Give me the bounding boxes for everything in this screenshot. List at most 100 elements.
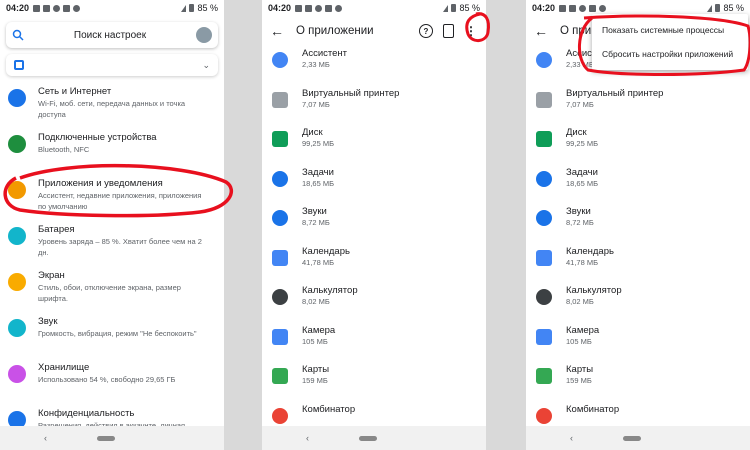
vibration-icon (14, 60, 24, 70)
signal-icon (443, 4, 449, 12)
app-list-item[interactable]: Карты 159 МБ (262, 364, 486, 404)
app-list-item[interactable]: Календарь 41,78 МБ (262, 246, 486, 286)
menu-item-show-system[interactable]: Показать системные процессы (592, 18, 748, 42)
app-info: Калькулятор 8,02 МБ (566, 285, 622, 307)
app-size: 99,25 МБ (302, 139, 335, 148)
settings-item-text: Экран Стиль, обои, отключение экрана, раз… (38, 270, 181, 303)
home-pill[interactable] (359, 435, 377, 441)
app-list-item[interactable]: Ассистент 2,33 МБ (262, 48, 486, 88)
app-list-item[interactable]: Камера 105 МБ (526, 325, 750, 365)
app-name: Камера (566, 324, 600, 336)
app-name: Задачи (302, 166, 334, 178)
app-list-item[interactable]: Калькулятор 8,02 МБ (526, 285, 750, 325)
app-list-item[interactable]: Виртуальный принтер 7,07 МБ (262, 88, 486, 128)
calculator-icon (272, 289, 288, 305)
back-nav-icon[interactable]: ‹ (44, 433, 47, 443)
settings-screen: 04:20 85 % Поиск настроек ⌄ Сеть и Интер… (0, 0, 224, 450)
app-list-item[interactable]: Диск 99,25 МБ (526, 127, 750, 167)
settings-item[interactable]: Сеть и Интернет Wi-Fi, моб. сети, передач… (0, 86, 224, 132)
settings-item[interactable]: Подключенные устройства Bluetooth, NFC (0, 132, 224, 178)
overflow-menu: Показать системные процессы Сбросить нас… (592, 14, 748, 70)
app-list-item[interactable]: Калькулятор 8,02 МБ (262, 285, 486, 325)
suggestion-card[interactable]: ⌄ (6, 54, 218, 76)
app-info: Задачи 18,65 МБ (566, 167, 598, 189)
app-name: Календарь (302, 245, 350, 257)
app-name: Калькулятор (566, 285, 622, 296)
app-list-item[interactable]: Карты 159 МБ (526, 364, 750, 404)
settings-item-desc: Bluetooth, NFC (38, 145, 90, 154)
navigation-bar: ‹ (0, 426, 224, 450)
app-list-item[interactable]: Камера 105 МБ (262, 325, 486, 365)
status-bar: 04:20 85 % (0, 0, 224, 16)
home-pill[interactable] (97, 435, 115, 441)
home-pill[interactable] (623, 435, 641, 441)
app-name: Диск (566, 127, 587, 138)
settings-item-desc-cont: по умолчанию (38, 201, 88, 211)
app-info: Камера 105 МБ (566, 325, 599, 347)
settings-item[interactable]: Приложения и уведомления Ассистент, недав… (0, 178, 224, 224)
app-info: Камера 105 МБ (302, 325, 335, 347)
settings-item[interactable]: Экран Стиль, обои, отключение экрана, раз… (0, 270, 224, 316)
settings-item[interactable]: Батарея Уровень заряда – 85 %. Хватит бол… (0, 224, 224, 270)
settings-item[interactable]: Звук Громкость, вибрация, режим "Не беспо… (0, 316, 224, 362)
signal-icon (181, 4, 187, 12)
settings-item-desc: Громкость, вибрация, режим "Не беспокоит… (38, 329, 197, 338)
app-size: 18,65 МБ (302, 178, 335, 188)
app-list-item[interactable]: Диск 99,25 МБ (262, 127, 486, 167)
battery-percent: 85 % (459, 3, 480, 13)
back-arrow-icon[interactable]: ← (270, 23, 290, 39)
settings-item[interactable]: Хранилище Использовано 54 %, свободно 29,… (0, 362, 224, 408)
app-size: 41,78 МБ (302, 257, 335, 267)
chevron-down-icon[interactable]: ⌄ (202, 60, 210, 71)
app-size: 159 МБ (302, 376, 328, 385)
settings-search-bar[interactable]: Поиск настроек (6, 22, 218, 48)
back-arrow-icon[interactable]: ← (534, 23, 554, 39)
app-size: 8,02 МБ (302, 297, 330, 306)
app-info-screen: 04:20 85 % ← О приложении ? ⋮ Ассистент 2… (262, 0, 486, 450)
app-name: Ассистент (302, 48, 348, 59)
app-list-item[interactable]: Звуки 8,72 МБ (526, 206, 750, 246)
app-name: Календарь (566, 245, 614, 257)
apps-grid-icon (8, 181, 26, 199)
notification-icons (33, 4, 81, 12)
app-list-item[interactable]: Календарь 41,78 МБ (526, 246, 750, 286)
app-size: 8,72 МБ (302, 218, 330, 227)
printer-icon (272, 91, 288, 108)
battery-status-icon (451, 4, 457, 12)
sounds-icon (272, 210, 288, 226)
app-list-item[interactable]: Задачи 18,65 МБ (526, 167, 750, 207)
app-name: Звуки (302, 206, 327, 217)
app-info: Калькулятор 8,02 МБ (302, 285, 358, 307)
app-info: Комбинатор (566, 404, 619, 416)
navigation-bar: ‹ (262, 426, 486, 450)
app-name: Комбинатор (302, 403, 356, 415)
settings-item-desc: Wi-Fi, моб. сети, передача данных и точк… (38, 99, 186, 108)
tasks-icon (536, 170, 552, 187)
search-app-icon[interactable] (443, 24, 454, 38)
back-nav-icon[interactable]: ‹ (570, 433, 573, 443)
menu-item-reset-app-prefs[interactable]: Сбросить настройки приложений (592, 42, 748, 66)
app-name: Виртуальный принтер (566, 87, 664, 99)
app-info: Комбинатор (302, 404, 355, 416)
tasks-icon (272, 170, 288, 187)
app-list-item[interactable]: Задачи 18,65 МБ (262, 167, 486, 207)
signal-icon (707, 4, 713, 12)
app-info-menu-screen: 04:20 85 % ← О при Ассистент 2,33 МБ Вирту… (526, 0, 750, 450)
app-list-item[interactable]: Виртуальный принтер 7,07 МБ (526, 88, 750, 128)
app-name: Диск (302, 127, 323, 138)
avatar[interactable] (196, 27, 212, 43)
devices-icon (8, 135, 26, 153)
help-icon[interactable]: ? (419, 24, 433, 38)
wifi-icon (8, 89, 26, 107)
camera-icon (536, 328, 552, 345)
app-size: 159 МБ (566, 376, 592, 385)
app-list-item[interactable]: Звуки 8,72 МБ (262, 206, 486, 246)
battery-status-icon (715, 4, 721, 12)
app-name: Комбинатор (566, 403, 620, 415)
app-info: Карты 159 МБ (302, 364, 329, 386)
app-name: Звуки (566, 206, 591, 217)
more-options-icon[interactable]: ⋮ (464, 24, 478, 38)
app-size: 8,72 МБ (566, 218, 594, 227)
app-list: Ассистент 2,33 МБ Виртуальный принтер 7,07 … (262, 48, 486, 443)
back-nav-icon[interactable]: ‹ (306, 433, 309, 443)
